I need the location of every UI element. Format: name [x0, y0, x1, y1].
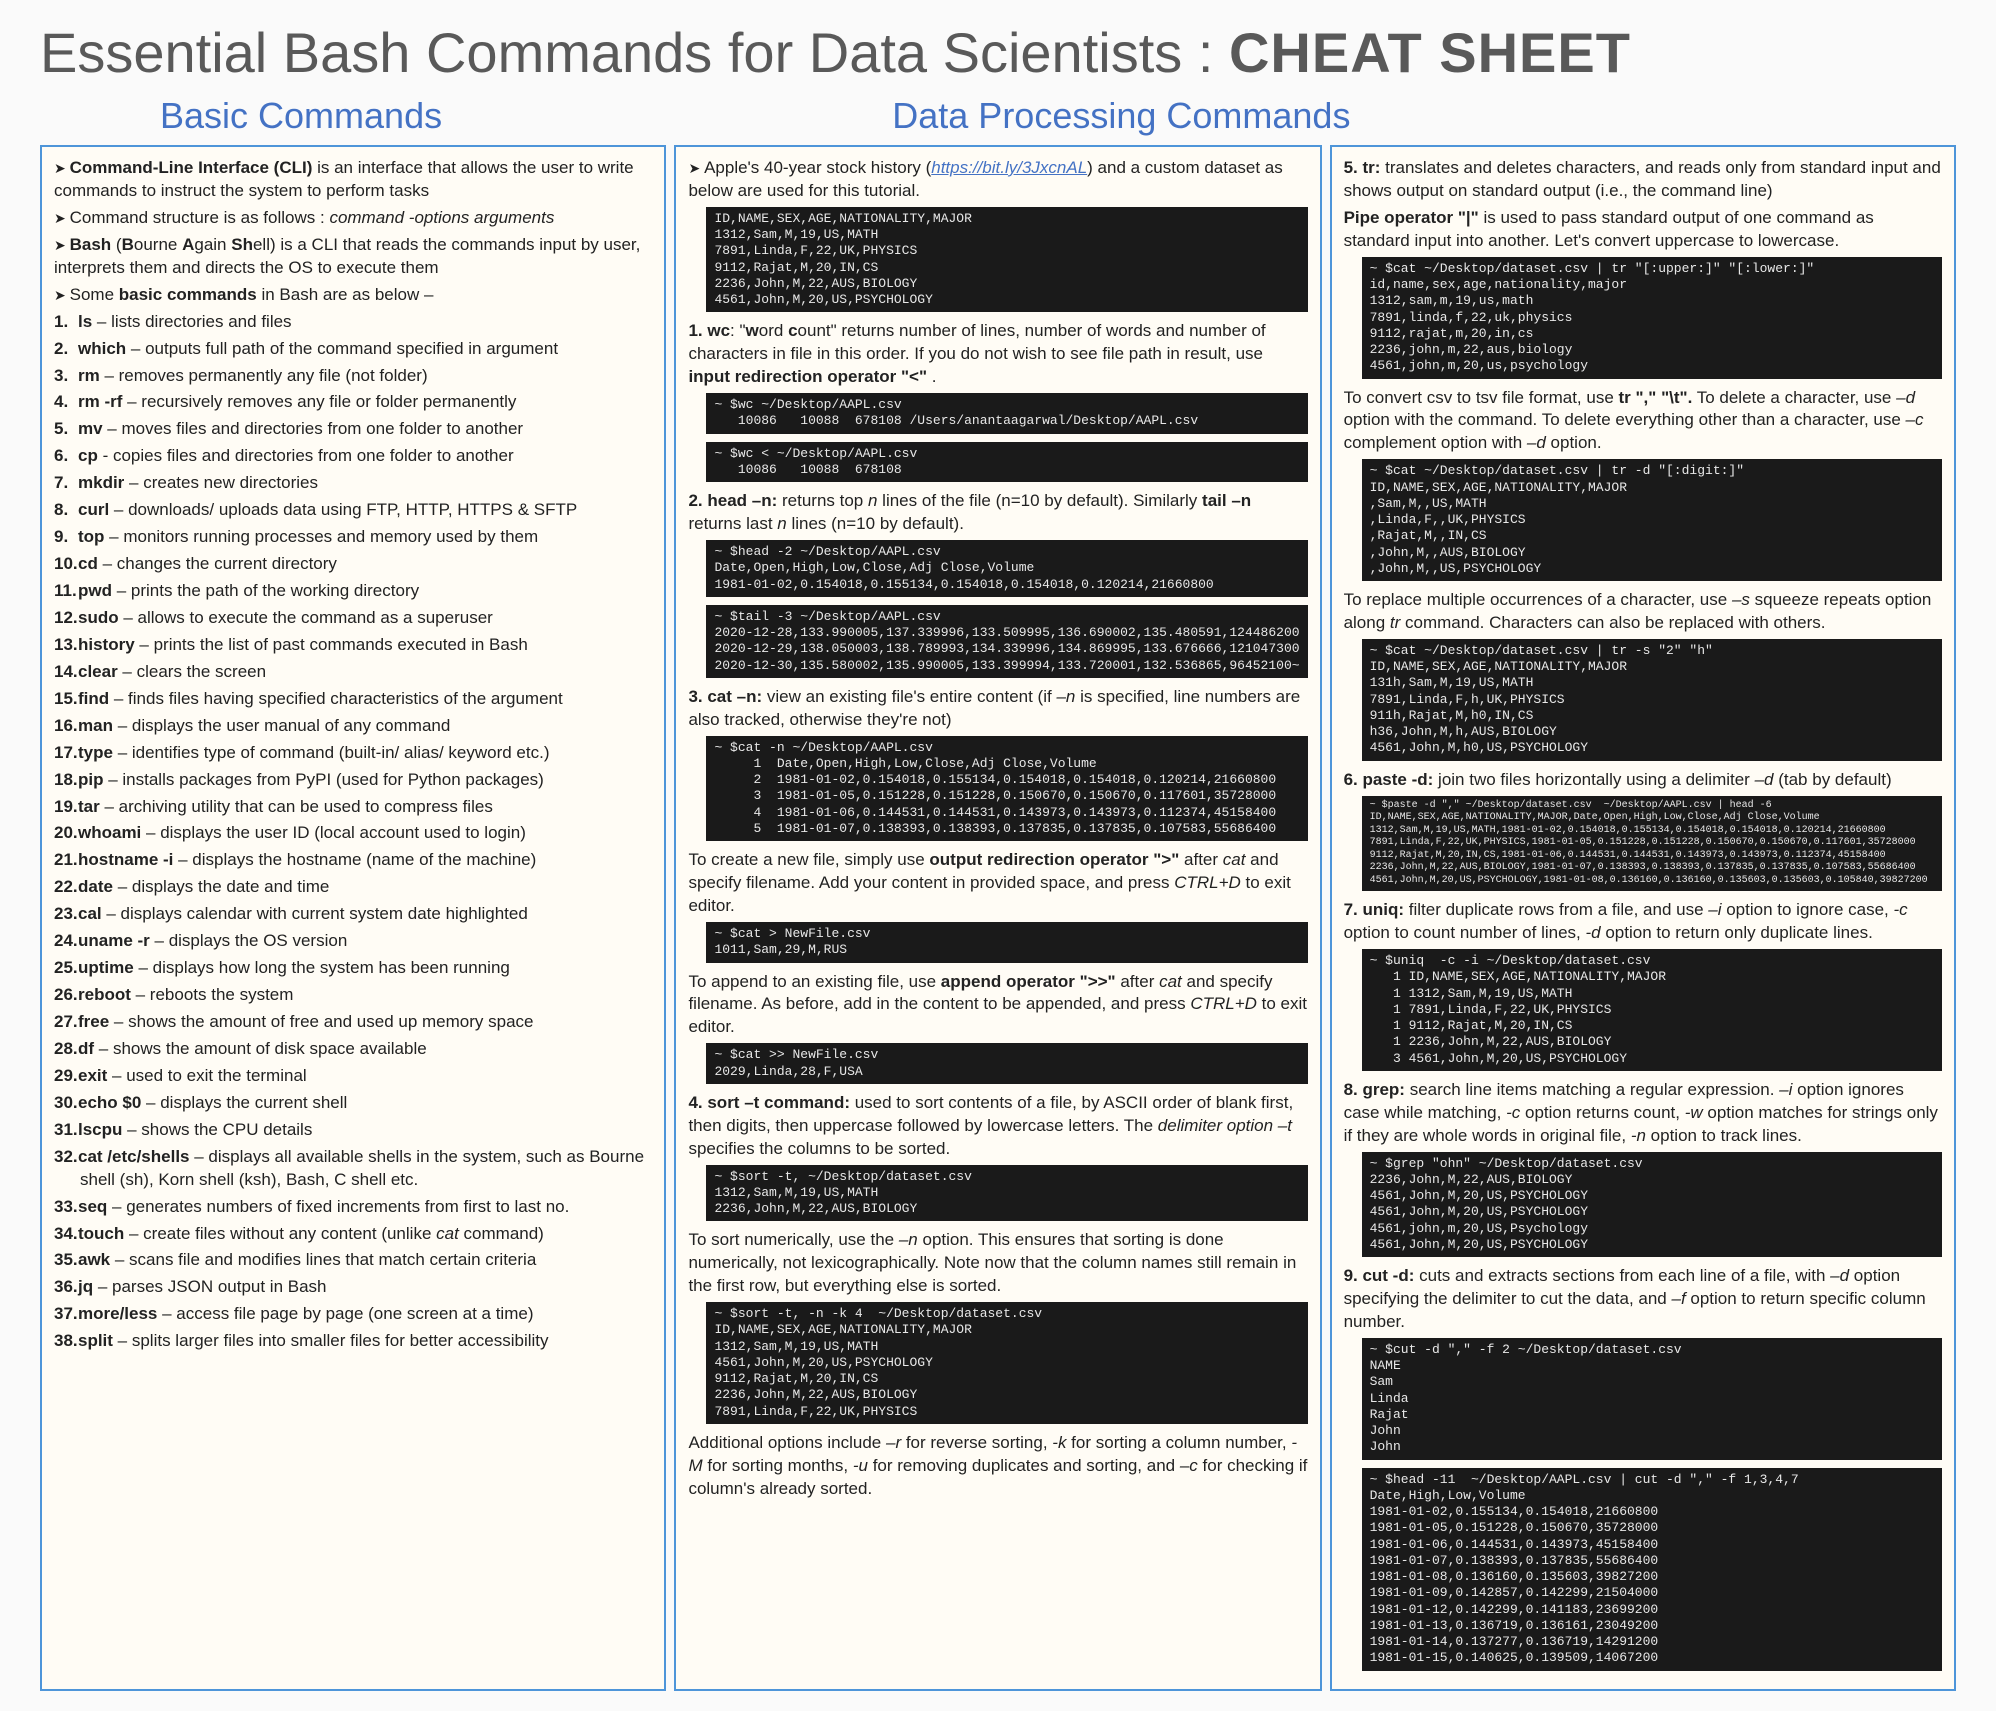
cmd-32: cat /etc/shells – displays all available…	[54, 1146, 652, 1192]
cmd-38: split – splits larger files into smaller…	[54, 1330, 652, 1353]
cmd-27: free – shows the amount of free and used…	[54, 1011, 652, 1034]
term-cat: ~ $cat -n ~/Desktop/AAPL.csv 1 Date,Open…	[706, 736, 1307, 842]
section-headers: Basic Commands Data Processing Commands	[40, 95, 1956, 137]
cmd-structure: Command structure is as follows : comman…	[54, 207, 652, 230]
cmd-3: rm – removes permanently any file (not f…	[54, 365, 652, 388]
uniq-desc: 7. uniq: filter duplicate rows from a fi…	[1344, 899, 1942, 945]
grep-desc: 8. grep: search line items matching a re…	[1344, 1079, 1942, 1148]
term-redir: ~ $cat > NewFile.csv 1011,Sam,29,M,RUS	[706, 922, 1307, 963]
term-paste: ~ $paste -d "," ~/Desktop/dataset.csv ~/…	[1362, 796, 1942, 892]
col-data-2: 5. tr: translates and deletes characters…	[1330, 145, 1956, 1691]
cmd-12: sudo – allows to execute the command as …	[54, 607, 652, 630]
cmd-26: reboot – reboots the system	[54, 984, 652, 1007]
page-title: Essential Bash Commands for Data Scienti…	[40, 20, 1956, 85]
term-cut1: ~ $cut -d "," -f 2 ~/Desktop/dataset.csv…	[1362, 1338, 1942, 1460]
basic-header: Some basic commands in Bash are as below…	[54, 284, 652, 307]
tr-desc: 5. tr: translates and deletes characters…	[1344, 157, 1942, 203]
term-pipe: ~ $cat ~/Desktop/dataset.csv | tr "[:upp…	[1362, 257, 1942, 379]
cmd-18: pip – installs packages from PyPI (used …	[54, 769, 652, 792]
col-basic: Command-Line Interface (CLI) is an inter…	[40, 145, 666, 1691]
cmd-10: cd – changes the current directory	[54, 553, 652, 576]
term-trs: ~ $cat ~/Desktop/dataset.csv | tr -s "2"…	[1362, 639, 1942, 761]
sortn-desc: To sort numerically, use the –n option. …	[688, 1229, 1307, 1298]
title-main: Essential Bash Commands for Data Scienti…	[40, 21, 1182, 84]
cmd-6: cp - copies files and directories from o…	[54, 445, 652, 468]
redir-desc: To create a new file, simply use output …	[688, 849, 1307, 918]
cmd-37: more/less – access file page by page (on…	[54, 1303, 652, 1326]
cmd-35: awk – scans file and modifies lines that…	[54, 1249, 652, 1272]
wc-desc: 1. wc: "word count" returns number of li…	[688, 320, 1307, 389]
sortopt-desc: Additional options include –r for revers…	[688, 1432, 1307, 1501]
cmd-2: which – outputs full path of the command…	[54, 338, 652, 361]
cmd-22: date – displays the date and time	[54, 876, 652, 899]
head-desc: 2. head –n: returns top n lines of the f…	[688, 490, 1307, 536]
apple-intro: Apple's 40-year stock history (https://b…	[688, 157, 1307, 203]
bash-intro: Bash (Bourne Again Shell) is a CLI that …	[54, 234, 652, 280]
cmd-36: jq – parses JSON output in Bash	[54, 1276, 652, 1299]
cmd-24: uname -r – displays the OS version	[54, 930, 652, 953]
cmd-31: lscpu – shows the CPU details	[54, 1119, 652, 1142]
cmd-9: top – monitors running processes and mem…	[54, 526, 652, 549]
sort-desc: 4. sort –t command: used to sort content…	[688, 1092, 1307, 1161]
cmd-11: pwd – prints the path of the working dir…	[54, 580, 652, 603]
cmd-4: rm -rf – recursively removes any file or…	[54, 391, 652, 414]
cmd-17: type – identifies type of command (built…	[54, 742, 652, 765]
term-tail: ~ $tail -3 ~/Desktop/AAPL.csv 2020-12-28…	[706, 605, 1307, 678]
term-uniq: ~ $uniq -c -i ~/Desktop/dataset.csv 1 ID…	[1362, 949, 1942, 1071]
header-data: Data Processing Commands	[672, 95, 1956, 137]
columns: Command-Line Interface (CLI) is an inter…	[40, 145, 1956, 1691]
cut-desc: 9. cut -d: cuts and extracts sections fr…	[1344, 1265, 1942, 1334]
term-wc2: ~ $wc < ~/Desktop/AAPL.csv 10086 10088 6…	[706, 442, 1307, 483]
cli-intro: Command-Line Interface (CLI) is an inter…	[54, 157, 652, 203]
col-data-1: Apple's 40-year stock history (https://b…	[674, 145, 1321, 1691]
cat-desc: 3. cat –n: view an existing file's entir…	[688, 686, 1307, 732]
cmd-13: history – prints the list of past comman…	[54, 634, 652, 657]
term-wc1: ~ $wc ~/Desktop/AAPL.csv 10086 10088 678…	[706, 393, 1307, 434]
cmd-5: mv – moves files and directories from on…	[54, 418, 652, 441]
trs-desc: To replace multiple occurrences of a cha…	[1344, 589, 1942, 635]
cmd-8: curl – downloads/ uploads data using FTP…	[54, 499, 652, 522]
basic-commands-list: ls – lists directories and files which – …	[54, 311, 652, 1354]
cmd-30: echo $0 – displays the current shell	[54, 1092, 652, 1115]
term-trd: ~ $cat ~/Desktop/dataset.csv | tr -d "[:…	[1362, 459, 1942, 581]
cmd-21: hostname -i – displays the hostname (nam…	[54, 849, 652, 872]
term-sort2: ~ $sort -t, -n -k 4 ~/Desktop/dataset.cs…	[706, 1302, 1307, 1424]
cmd-15: find – finds files having specified char…	[54, 688, 652, 711]
cmd-14: clear – clears the screen	[54, 661, 652, 684]
title-cheat: CHEAT SHEET	[1229, 21, 1631, 84]
cmd-25: uptime – displays how long the system ha…	[54, 957, 652, 980]
paste-desc: 6. paste -d: join two files horizontally…	[1344, 769, 1942, 792]
pipe-desc: Pipe operator "|" is used to pass standa…	[1344, 207, 1942, 253]
cmd-1: ls – lists directories and files	[54, 311, 652, 334]
cmd-7: mkdir – creates new directories	[54, 472, 652, 495]
cmd-34: touch – create files without any content…	[54, 1223, 652, 1246]
cmd-20: whoami – displays the user ID (local acc…	[54, 822, 652, 845]
cmd-28: df – shows the amount of disk space avai…	[54, 1038, 652, 1061]
cmd-29: exit – used to exit the terminal	[54, 1065, 652, 1088]
header-basic: Basic Commands	[40, 95, 672, 137]
term-grep: ~ $grep "ohn" ~/Desktop/dataset.csv 2236…	[1362, 1152, 1942, 1258]
cmd-33: seq – generates numbers of fixed increme…	[54, 1196, 652, 1219]
cmd-16: man – displays the user manual of any co…	[54, 715, 652, 738]
term-sort1: ~ $sort -t, ~/Desktop/dataset.csv 1312,S…	[706, 1165, 1307, 1222]
append-desc: To append to an existing file, use appen…	[688, 971, 1307, 1040]
cmd-19: tar – archiving utility that can be used…	[54, 796, 652, 819]
term-head: ~ $head -2 ~/Desktop/AAPL.csv Date,Open,…	[706, 540, 1307, 597]
term-dataset: ID,NAME,SEX,AGE,NATIONALITY,MAJOR 1312,S…	[706, 207, 1307, 313]
trd-desc: To convert csv to tsv file format, use t…	[1344, 387, 1942, 456]
cmd-23: cal – displays calendar with current sys…	[54, 903, 652, 926]
term-append: ~ $cat >> NewFile.csv 2029,Linda,28,F,US…	[706, 1043, 1307, 1084]
term-cut2: ~ $head -11 ~/Desktop/AAPL.csv | cut -d …	[1362, 1468, 1942, 1671]
